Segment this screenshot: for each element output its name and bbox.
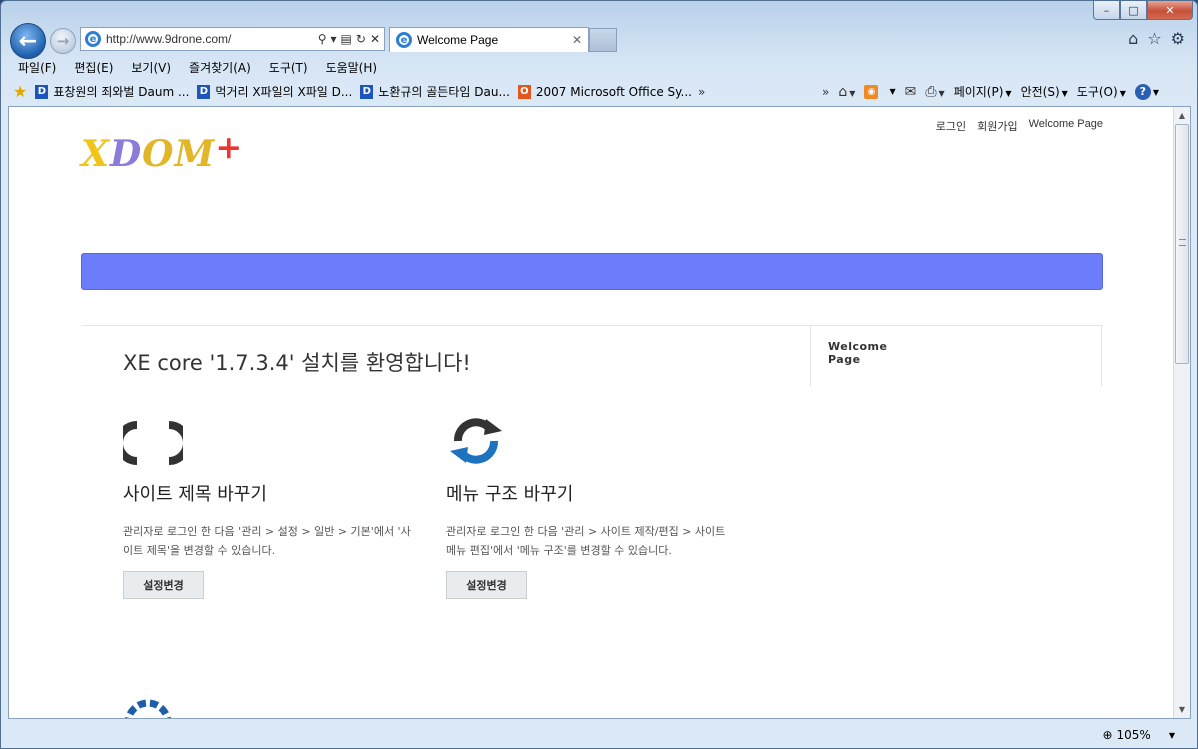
home-icon[interactable]: ⌂ ▼	[838, 84, 855, 100]
zoom-icon: ⊕	[1102, 728, 1113, 742]
sidebar-item-welcome-page[interactable]: Welcome Page	[828, 340, 908, 366]
office-icon: O	[517, 84, 531, 99]
help-icon: ?	[1134, 83, 1151, 100]
menu-bar: 파일(F) 편집(E) 보기(V) 즐겨찾기(A) 도구(T) 도움말(H)	[9, 57, 386, 77]
menu-tools[interactable]: 도구(T)	[260, 57, 317, 77]
menu-view[interactable]: 보기(V)	[122, 57, 180, 77]
refresh-icon[interactable]: ↻	[356, 32, 366, 46]
help-menu[interactable]: ? ▼	[1134, 83, 1159, 100]
card-site-title: 사이트 제목 바꾸기 관리자로 로그인 한 다음 '관리 > 설정 > 일반 >…	[115, 419, 413, 599]
welcome-page-link[interactable]: Welcome Page	[1029, 118, 1103, 134]
gear-icon[interactable]: ⚙	[1171, 29, 1185, 48]
tab-title: Welcome Page	[417, 33, 499, 47]
favorites-star-icon[interactable]: ★	[13, 82, 27, 101]
favorite-label: 먹거리 X파일의 X파일 D...	[215, 85, 353, 99]
chevron-down-icon: ▼	[1168, 730, 1175, 740]
zoom-control[interactable]: ⊕ 105% ▼	[1102, 728, 1175, 742]
daum-icon: D	[35, 84, 49, 99]
print-icon[interactable]: ⎙ ▼	[925, 84, 944, 100]
loading-icon	[125, 699, 171, 718]
favorite-label: 표창원의 죄와벌 Daum ...	[53, 85, 190, 99]
compat-view-icon[interactable]: ▤	[341, 32, 352, 46]
change-settings-button[interactable]: 설정변경	[123, 571, 204, 599]
page-viewport: 로그인 회원가입 Welcome Page XDOM+ Welcome Page…	[8, 106, 1191, 719]
change-settings-button[interactable]: 설정변경	[446, 571, 527, 599]
daum-icon: D	[360, 84, 374, 99]
safety-menu[interactable]: 안전(S) ▼	[1021, 83, 1068, 100]
card-title: 메뉴 구조 바꾸기	[446, 484, 574, 505]
daum-icon: D	[197, 84, 211, 99]
navigation-row: ← → e http://www.9drone.com/ ⚲ ▾ ▤ ↻ ✕ e…	[1, 21, 1197, 59]
new-tab-button[interactable]	[589, 28, 617, 52]
star-icon[interactable]: ☆	[1147, 29, 1161, 48]
caption-buttons: – □ ✕	[1093, 1, 1193, 20]
tab-close-icon[interactable]: ✕	[572, 33, 588, 47]
command-bar: » ⌂ ▼ ◉ ▼ ✉ ⎙ ▼ 페이지(P) ▼ 안전(S) ▼ 도구(O) ▼ ? ▼	[822, 83, 1159, 100]
address-bar[interactable]: e http://www.9drone.com/ ⚲ ▾ ▤ ↻ ✕	[80, 27, 385, 51]
rss-icon[interactable]: ◉	[864, 84, 879, 99]
tab-welcome-page[interactable]: e Welcome Page ✕	[389, 27, 589, 52]
maximize-button[interactable]: □	[1120, 1, 1147, 20]
browser-window: – □ ✕ ← → e http://www.9drone.com/ ⚲ ▾ ▤…	[0, 0, 1198, 749]
card-description: 관리자로 로그인 한 다음 '관리 > 설정 > 일반 > 기본'에서 '사이트…	[123, 525, 411, 557]
chevron-more-icon[interactable]: »	[822, 85, 829, 99]
home-icon[interactable]: ⌂	[1128, 29, 1138, 48]
address-url[interactable]: http://www.9drone.com/	[106, 32, 318, 46]
search-icon[interactable]: ⚲	[318, 32, 327, 46]
vertical-scrollbar[interactable]: ▲ ▼	[1173, 107, 1190, 718]
main-navbar	[81, 253, 1103, 290]
forward-button[interactable]: →	[50, 28, 76, 54]
favorite-item[interactable]: D 노환규의 골든타임 Dau...	[360, 83, 510, 100]
menu-file[interactable]: 파일(F)	[9, 57, 65, 77]
status-bar: ⊕ 105% ▼	[1, 720, 1197, 748]
favorite-item[interactable]: O 2007 Microsoft Office Sy...	[517, 84, 692, 99]
stop-icon[interactable]: ✕	[370, 32, 380, 46]
menu-edit[interactable]: 편집(E)	[65, 57, 122, 77]
favorite-item[interactable]: D 표창원의 죄와벌 Daum ...	[35, 83, 189, 100]
page-title: XE core '1.7.3.4' 설치를 환영합니다!	[123, 351, 471, 375]
dropdown-icon[interactable]: ▾	[331, 32, 337, 46]
sidebar: Welcome Page	[810, 325, 1102, 386]
scroll-up-icon[interactable]: ▲	[1174, 107, 1190, 124]
signup-link[interactable]: 회원가입	[977, 118, 1017, 134]
zoom-level: 105%	[1116, 728, 1151, 742]
ie-icon: e	[85, 31, 101, 47]
card-title: 사이트 제목 바꾸기	[123, 484, 267, 505]
favorite-item[interactable]: D 먹거리 X파일의 X파일 D...	[197, 83, 352, 100]
web-page: 로그인 회원가입 Welcome Page XDOM+ Welcome Page…	[9, 107, 1175, 718]
ie-icon: e	[396, 32, 412, 48]
mail-icon[interactable]: ✉	[905, 84, 917, 100]
page-menu[interactable]: 페이지(P) ▼	[954, 83, 1012, 100]
favorite-label: 2007 Microsoft Office Sy...	[535, 84, 692, 99]
spinner-icon	[115, 421, 191, 465]
favorite-label: 노환규의 골든타임 Dau...	[378, 85, 510, 99]
favorites-bar: ★ D 표창원의 죄와벌 Daum ... D 먹거리 X파일의 X파일 D..…	[1, 79, 1197, 104]
card-description: 관리자로 로그인 한 다음 '관리 > 사이트 제작/편집 > 사이트 메뉴 편…	[446, 525, 726, 557]
menu-favorites[interactable]: 즐겨찾기(A)	[180, 57, 260, 77]
card-menu-structure: 메뉴 구조 바꾸기 관리자로 로그인 한 다음 '관리 > 사이트 제작/편집 …	[446, 415, 736, 599]
arrow-right-icon: →	[56, 32, 70, 50]
account-links: 로그인 회원가입 Welcome Page	[936, 118, 1103, 134]
refresh-cycle-icon	[450, 418, 502, 464]
login-link[interactable]: 로그인	[936, 118, 966, 134]
menu-help[interactable]: 도움말(H)	[317, 57, 387, 77]
arrow-left-icon: ←	[18, 28, 38, 54]
site-logo[interactable]: XDOM+	[81, 128, 243, 175]
minimize-button[interactable]: –	[1093, 1, 1120, 20]
close-button[interactable]: ✕	[1147, 1, 1193, 20]
back-button[interactable]: ←	[10, 23, 46, 59]
chevron-more-icon[interactable]: »	[698, 85, 705, 99]
scroll-down-icon[interactable]: ▼	[1174, 701, 1190, 718]
scrollbar-thumb[interactable]	[1175, 124, 1189, 364]
tools-menu[interactable]: 도구(O) ▼	[1077, 83, 1126, 100]
